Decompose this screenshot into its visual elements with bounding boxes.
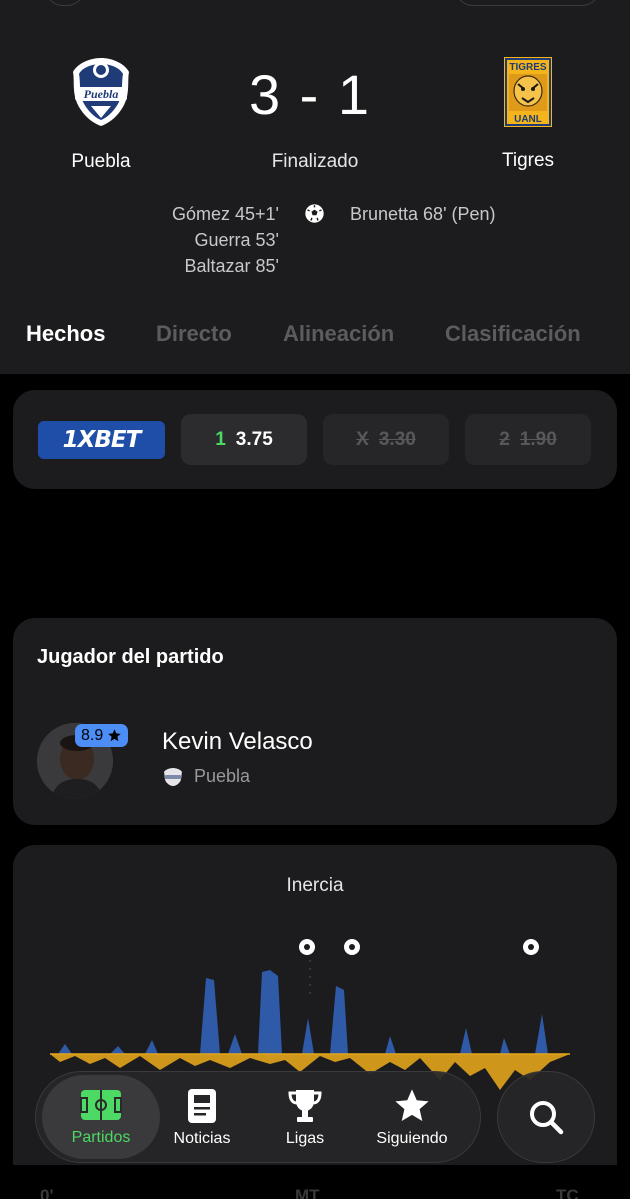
- nav-partidos-label: Partidos: [71, 1129, 131, 1146]
- odds-value: 1.90: [519, 428, 557, 450]
- nav-noticias[interactable]: Noticias: [162, 1072, 242, 1164]
- home-scorer: Baltazar 85': [184, 256, 280, 276]
- soccer-ball-icon: [305, 204, 324, 223]
- puebla-crest-icon[interactable]: Puebla: [69, 56, 133, 128]
- search-button[interactable]: [497, 1071, 595, 1163]
- home-scorer: Guerra 53': [194, 230, 279, 250]
- trophy-icon: [288, 1090, 322, 1122]
- svg-text:UANL: UANL: [514, 114, 542, 125]
- player-name[interactable]: Kevin Velasco: [162, 728, 313, 756]
- tab-clasificacion[interactable]: Clasificación: [445, 321, 581, 347]
- back-button[interactable]: [45, 0, 85, 6]
- star-icon: [108, 729, 121, 742]
- momentum-label-halftime: MT: [295, 1186, 320, 1199]
- tab-hechos[interactable]: Hechos: [26, 321, 105, 347]
- search-icon: [530, 1101, 564, 1135]
- nav-siguiendo-label: Siguiendo: [376, 1130, 448, 1147]
- goal-marker-icon: [299, 939, 315, 955]
- goal-marker-icon: [523, 939, 539, 955]
- away-team-name[interactable]: Tigres: [478, 150, 578, 172]
- home-scorer: Gómez 45+1': [172, 204, 279, 224]
- odds-away-button[interactable]: 2 1.90: [465, 414, 591, 465]
- star-icon: [395, 1089, 429, 1122]
- odds-value: 3.75: [235, 428, 273, 450]
- momentum-label-fulltime: TC: [556, 1186, 579, 1199]
- odds-key: 1: [215, 428, 226, 450]
- nav-noticias-label: Noticias: [173, 1130, 231, 1147]
- nav-siguiendo[interactable]: Siguiendo: [362, 1072, 462, 1164]
- bottom-nav-bar: Partidos Noticias Ligas Siguiendo: [35, 1071, 481, 1163]
- odds-value: 3.30: [378, 428, 416, 450]
- svg-text:Puebla: Puebla: [84, 87, 119, 101]
- nav-ligas-label: Ligas: [285, 1130, 325, 1147]
- tab-directo[interactable]: Directo: [156, 321, 232, 347]
- match-status: Finalizado: [271, 151, 359, 172]
- odds-home-button[interactable]: 1 3.75: [181, 414, 307, 465]
- goal-marker-icon: [344, 939, 360, 955]
- bookmaker-logo[interactable]: 1XBET: [38, 421, 165, 459]
- match-header: Puebla Puebla 3 - 1 Finalizado TIGRES UA…: [0, 0, 630, 374]
- player-rating: 8.9: [81, 726, 104, 744]
- nav-partidos[interactable]: Partidos: [42, 1075, 160, 1159]
- header-actions[interactable]: [455, 0, 600, 6]
- nav-ligas[interactable]: Ligas: [262, 1072, 348, 1164]
- momentum-title: Inercia: [286, 875, 344, 896]
- momentum-label-start: 0': [40, 1186, 54, 1199]
- player-team: Puebla: [194, 766, 251, 786]
- odds-key: 2: [499, 428, 510, 450]
- away-scorer: Brunetta 68' (Pen): [350, 204, 496, 224]
- home-team-name[interactable]: Puebla: [50, 151, 152, 173]
- puebla-mini-crest-icon: [164, 768, 182, 786]
- match-score: 3 - 1: [248, 63, 372, 126]
- odds-draw-button[interactable]: X 3.30: [323, 414, 449, 465]
- tigres-crest-icon[interactable]: TIGRES UANL: [503, 56, 553, 128]
- pitch-icon: [80, 1090, 122, 1120]
- player-of-match-title: Jugador del partido: [37, 646, 224, 668]
- player-rating-badge: 8.9: [75, 724, 129, 747]
- svg-text:TIGRES: TIGRES: [509, 62, 547, 73]
- news-icon: [188, 1089, 216, 1123]
- tab-alineacion[interactable]: Alineación: [283, 321, 394, 347]
- odds-key: X: [356, 428, 369, 450]
